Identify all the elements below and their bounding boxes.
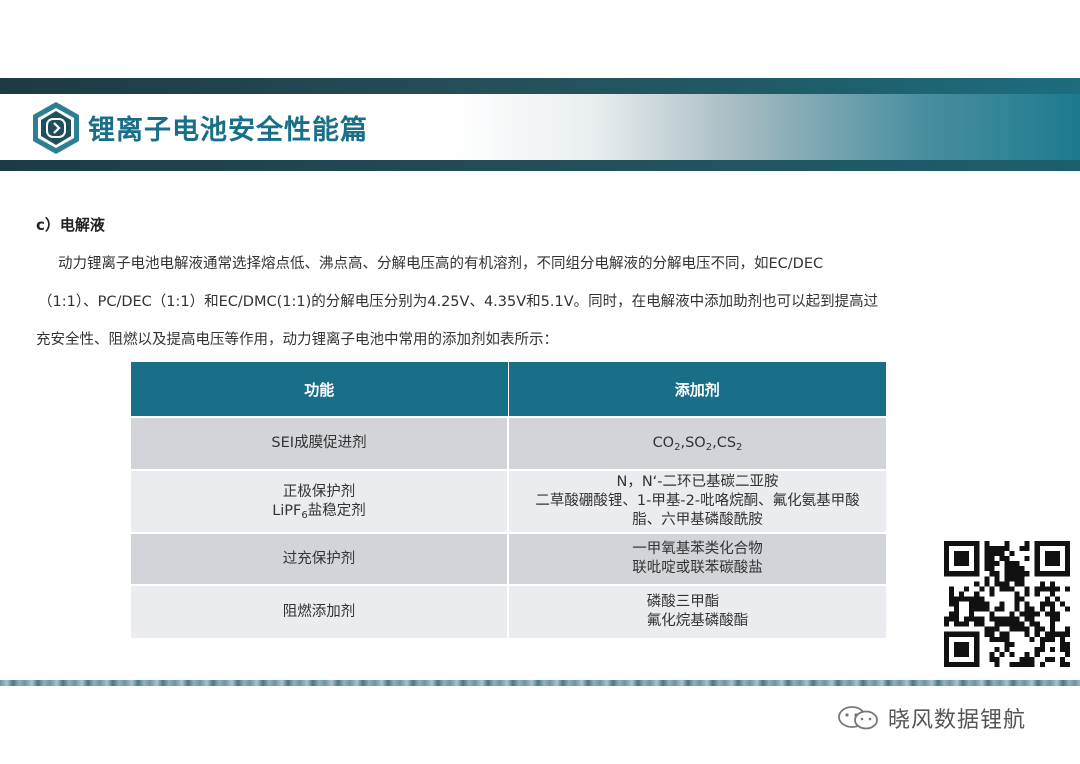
footer-wave-strip — [0, 680, 1080, 686]
column-header-function: 功能 — [131, 362, 509, 417]
additive-cell: CO2,SO2,CS2 — [508, 416, 886, 470]
paragraph-line: 动力锂离子电池电解液通常选择熔点低、沸点高、分解电压高的有机溶剂，不同组分电解液… — [58, 256, 824, 272]
qr-code-icon[interactable] — [944, 541, 1070, 667]
additive-cell: 磷酸三甲酯 氟化烷基磷酸酯 — [508, 584, 886, 638]
banner-top-stripe — [0, 78, 1080, 94]
watermark-text: 晓风数据锂航 — [888, 708, 1027, 733]
function-cell: 过充保护剂 — [131, 532, 509, 585]
page-title: 锂离子电池安全性能篇 — [88, 115, 368, 146]
watermark: 晓风数据锂航 — [836, 703, 1026, 733]
additive-cell: N，N‘-二环已基碳二亚胺 二草酸硼酸锂、1-甲基-2-吡咯烷酮、氟化氨基甲酸 … — [508, 469, 886, 533]
chevron-right-icon — [33, 102, 79, 154]
function-cell: 阻燃添加剂 — [131, 584, 509, 638]
paragraph-line: （1:1）、PC/DEC（1:1）和EC/DMC(1:1)的分解电压分别为4.2… — [38, 294, 879, 310]
wechat-icon — [838, 706, 878, 730]
table-row: SEI成膜促进剂 CO2,SO2,CS2 — [131, 416, 886, 470]
additive-cell: 一甲氧基苯类化合物 联吡啶或联苯碳酸盐 — [508, 532, 886, 585]
table-row: 过充保护剂 一甲氧基苯类化合物 联吡啶或联苯碳酸盐 — [131, 532, 886, 585]
banner-bottom-stripe — [0, 160, 1080, 171]
table-header-row: 功能 添加剂 — [131, 362, 886, 417]
function-cell: SEI成膜促进剂 — [131, 416, 509, 470]
column-header-additive: 添加剂 — [508, 362, 886, 417]
section-heading: c）电解液 — [36, 216, 105, 234]
table-row: 正极保护剂 LiPF6盐稳定剂 N，N‘-二环已基碳二亚胺 二草酸硼酸锂、1-甲… — [131, 469, 886, 533]
function-cell: 正极保护剂 LiPF6盐稳定剂 — [131, 469, 509, 533]
table-row: 阻燃添加剂 磷酸三甲酯 氟化烷基磷酸酯 — [131, 584, 886, 638]
paragraph-line: 充安全性、阻燃以及提高电压等作用，动力锂离子电池中常用的添加剂如表所示： — [36, 332, 558, 348]
additive-table: 功能 添加剂 SEI成膜促进剂 CO2,SO2,CS2 正极保护剂 LiPF6盐… — [131, 362, 886, 638]
